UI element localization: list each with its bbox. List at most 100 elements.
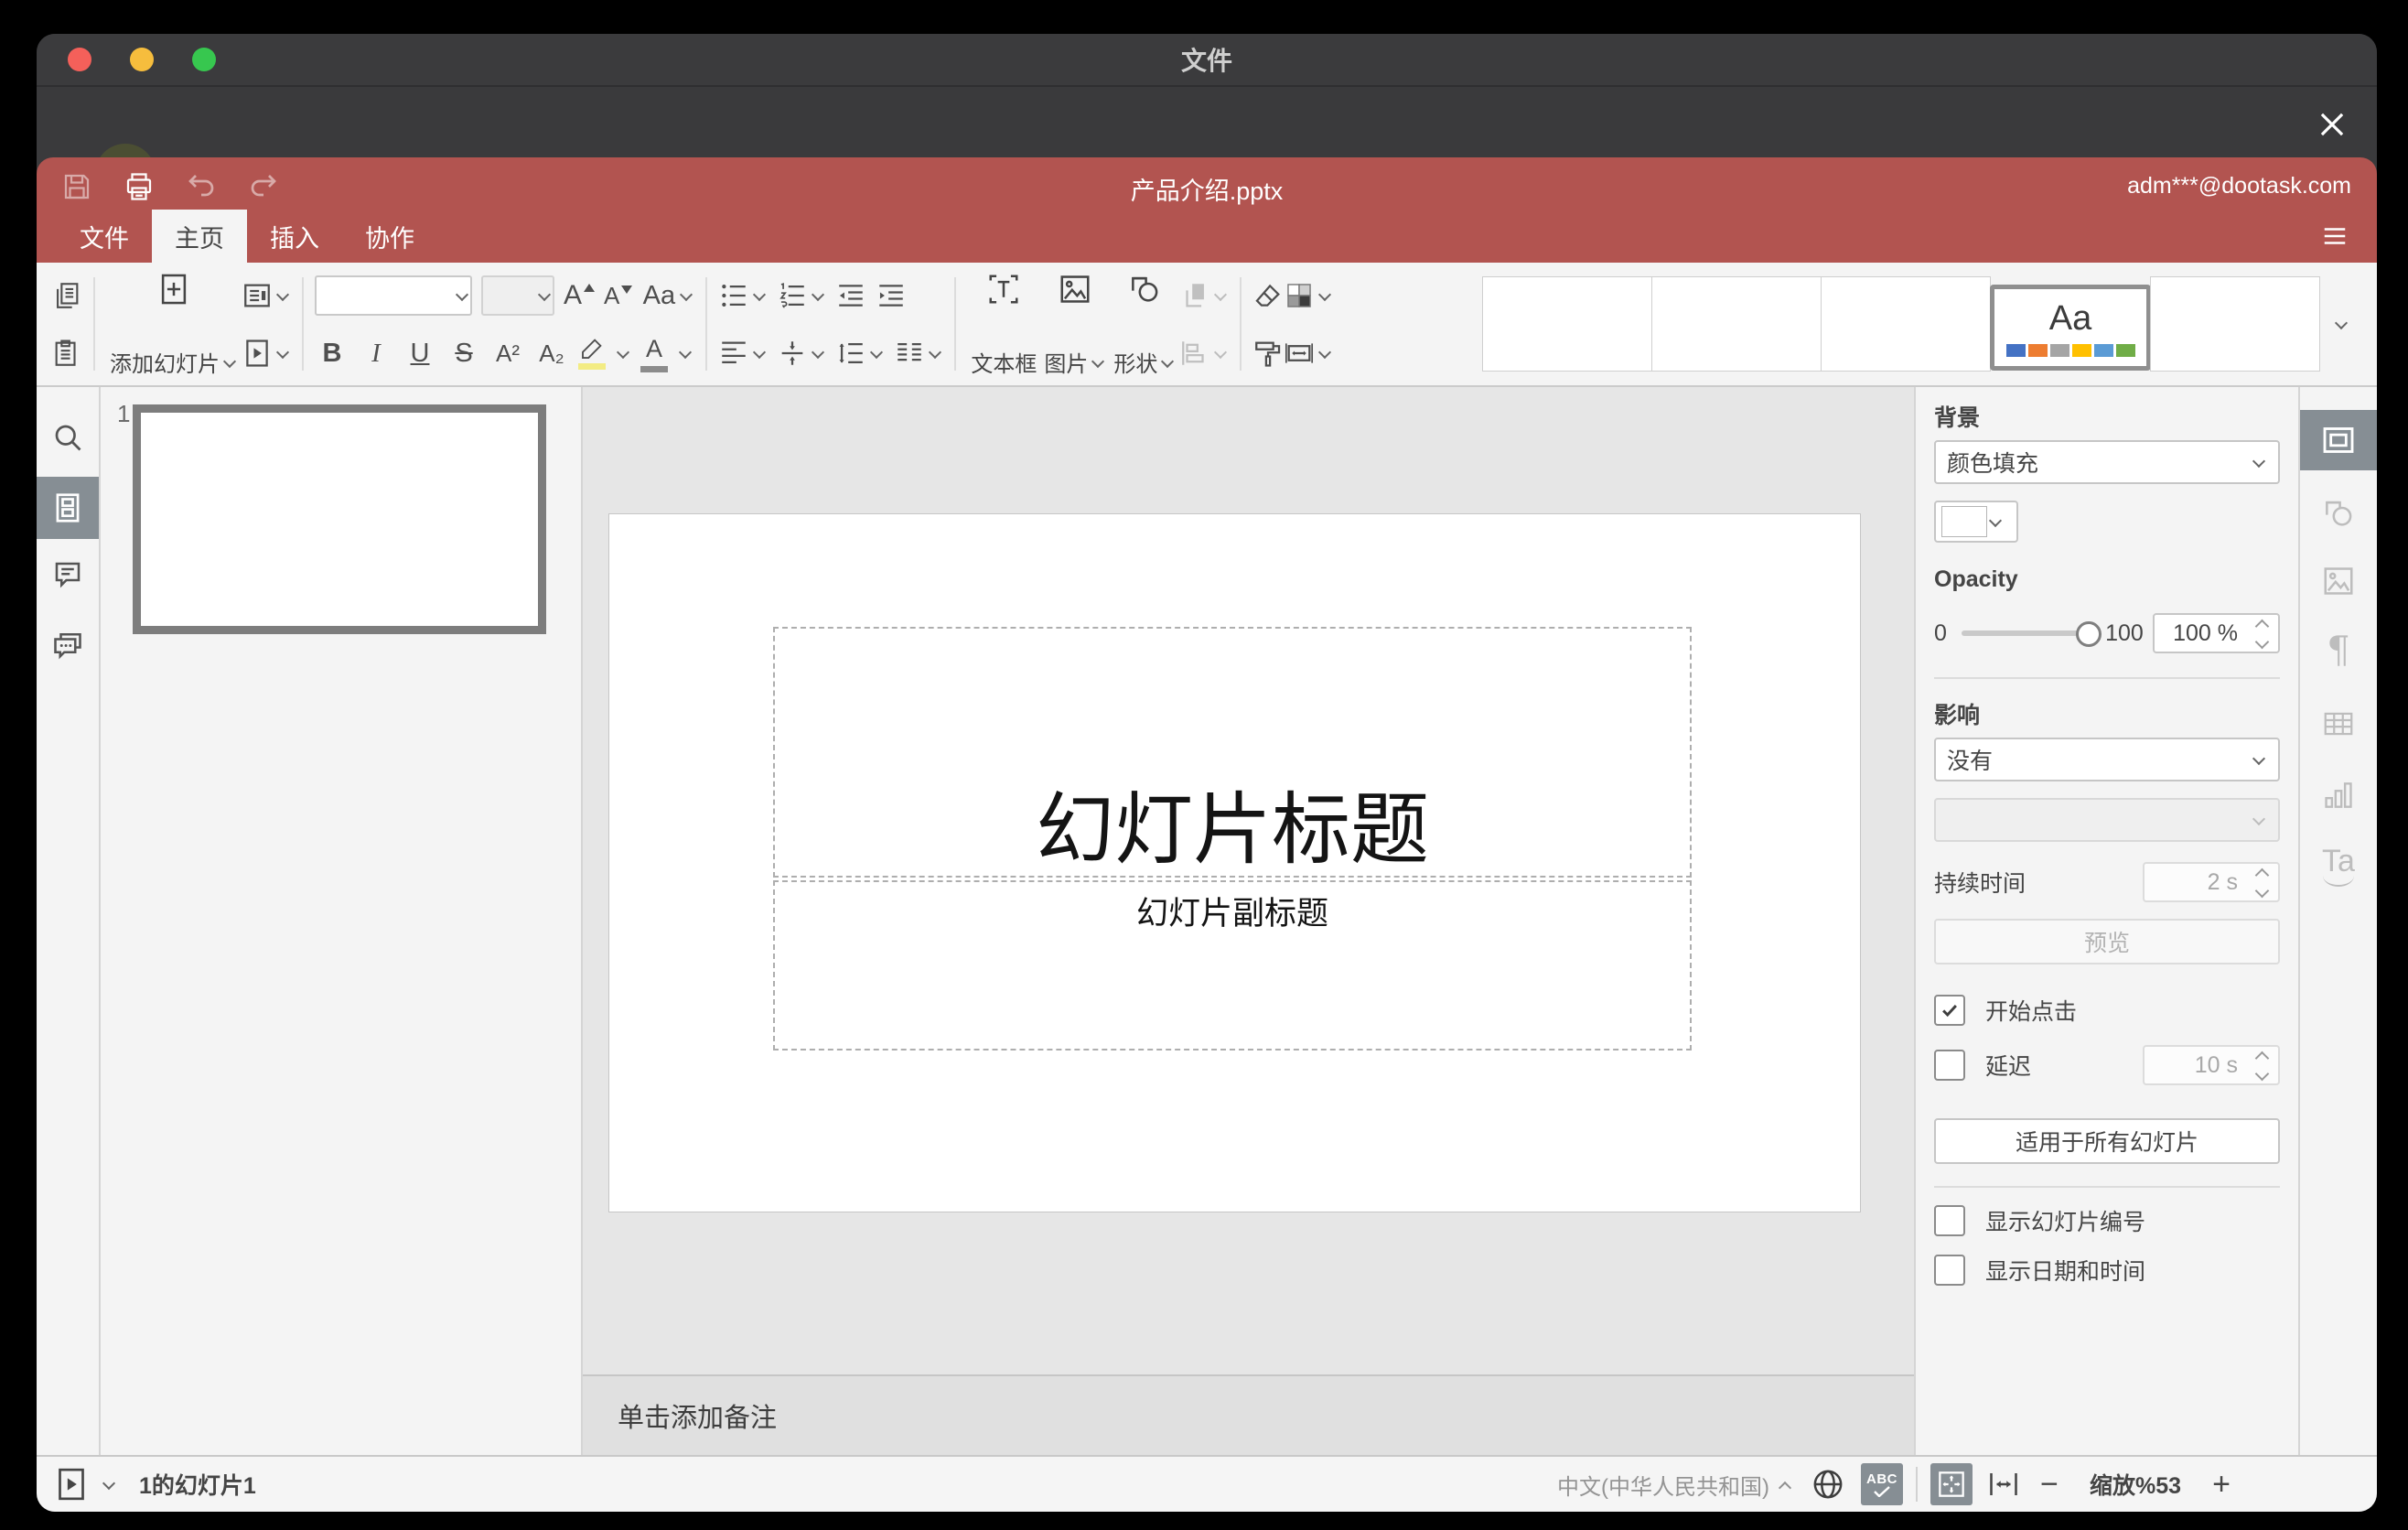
underline-button[interactable]: U (403, 339, 437, 369)
chevron-down-icon[interactable] (810, 345, 826, 361)
effect-select[interactable]: 没有 (1934, 738, 2280, 781)
chevron-down-icon[interactable] (221, 354, 238, 371)
theme-thumbnail-selected[interactable]: Aa (1990, 285, 2151, 371)
chevron-down-icon[interactable] (274, 287, 291, 304)
vertical-align-button[interactable] (777, 338, 826, 369)
tab-home[interactable]: 主页 (152, 210, 247, 263)
slide-size-button[interactable] (1284, 338, 1333, 369)
fit-to-slide-button[interactable] (1930, 1463, 1973, 1505)
tab-file[interactable]: 文件 (57, 210, 152, 263)
theme-thumbnail[interactable] (1482, 276, 1652, 372)
clear-style-icon[interactable] (1252, 280, 1284, 311)
chevron-down-icon[interactable] (1317, 287, 1333, 304)
language-selector[interactable]: 中文(中华人民共和国) (1557, 1469, 1793, 1501)
slide-canvas[interactable]: 幻灯片标题 幻灯片副标题 (609, 514, 1860, 1212)
show-slide-number-checkbox[interactable] (1934, 1205, 1965, 1236)
bullets-button[interactable] (718, 280, 768, 311)
search-button[interactable] (37, 415, 99, 460)
slide-thumbnail-selected[interactable] (133, 404, 546, 634)
horizontal-align-button[interactable] (718, 338, 768, 369)
font-color-button[interactable]: A (640, 335, 668, 372)
chat-button[interactable] (37, 623, 99, 669)
strikethrough-button[interactable]: S (446, 339, 481, 369)
close-traffic-icon[interactable] (68, 48, 91, 71)
numbering-button[interactable] (777, 280, 826, 311)
theme-gallery-expand[interactable] (2320, 277, 2362, 371)
chart-settings-tab[interactable] (2300, 768, 2377, 823)
zoom-out-button[interactable]: − (2033, 1467, 2066, 1503)
chevron-down-icon[interactable] (1090, 354, 1106, 371)
increase-font-button[interactable]: A (564, 280, 596, 311)
insert-shape-button[interactable]: 形状 (1110, 263, 1179, 385)
chevron-down-icon[interactable] (1317, 345, 1333, 361)
slide-settings-tab[interactable] (2300, 410, 2377, 470)
theme-thumbnail[interactable] (1821, 276, 1991, 372)
align-shapes-button[interactable] (1179, 338, 1229, 369)
chevron-down-icon[interactable] (810, 287, 826, 304)
theme-thumbnail[interactable] (2150, 276, 2320, 372)
spin-down-icon[interactable] (2254, 634, 2270, 650)
fill-color-swatch-button[interactable] (1934, 501, 2018, 543)
decrease-font-button[interactable]: A (604, 282, 633, 310)
arrange-button[interactable] (1179, 280, 1229, 311)
chevron-down-icon[interactable] (751, 345, 768, 361)
spellcheck-button[interactable]: ABC (1860, 1463, 1903, 1505)
subscript-button[interactable]: A₂ (534, 339, 569, 368)
notes-area[interactable]: 单击添加备注 (583, 1374, 1914, 1455)
highlight-color-button[interactable] (578, 337, 606, 371)
title-placeholder[interactable]: 幻灯片标题 (773, 627, 1692, 878)
fit-to-width-icon[interactable] (1987, 1468, 2020, 1501)
chevron-down-icon[interactable] (1212, 345, 1229, 361)
chevron-down-icon[interactable] (101, 1476, 117, 1492)
superscript-button[interactable]: A² (490, 339, 525, 368)
copy-icon[interactable] (51, 280, 82, 311)
paragraph-settings-tab[interactable]: ¶ (2300, 623, 2377, 678)
change-case-button[interactable]: Aa (641, 281, 694, 311)
shape-settings-tab[interactable] (2300, 486, 2377, 541)
opacity-slider-handle[interactable] (2076, 621, 2102, 647)
chevron-down-icon[interactable] (454, 287, 470, 304)
show-date-time-checkbox[interactable] (1934, 1255, 1965, 1286)
document-language-icon[interactable] (1810, 1466, 1846, 1503)
columns-button[interactable] (894, 338, 943, 369)
line-spacing-button[interactable] (835, 338, 885, 369)
start-slideshow-button[interactable] (242, 338, 291, 369)
chevron-down-icon[interactable] (868, 345, 885, 361)
spin-up-icon[interactable] (2254, 619, 2270, 634)
chevron-down-icon[interactable] (678, 287, 694, 304)
color-scheme-button[interactable] (1284, 280, 1333, 311)
maximize-traffic-icon[interactable] (192, 48, 216, 71)
image-settings-tab[interactable] (2300, 554, 2377, 609)
delay-checkbox[interactable] (1934, 1050, 1965, 1081)
chevron-down-icon[interactable] (1159, 354, 1176, 371)
minimize-traffic-icon[interactable] (130, 48, 154, 71)
decrease-indent-icon[interactable] (835, 280, 866, 311)
increase-indent-icon[interactable] (876, 280, 907, 311)
zoom-in-button[interactable]: + (2205, 1467, 2238, 1503)
slides-panel-button[interactable] (37, 477, 99, 539)
zoom-level[interactable]: 缩放%53 (2090, 1468, 2181, 1501)
bold-button[interactable]: B (315, 339, 349, 369)
chevron-down-icon[interactable] (751, 287, 768, 304)
background-fill-select[interactable]: 颜色填充 (1934, 440, 2280, 484)
opacity-slider[interactable] (1961, 621, 2102, 647)
text-box-button[interactable]: 文本框 (967, 263, 1040, 385)
copy-style-icon[interactable] (1252, 338, 1284, 369)
chevron-down-icon[interactable] (274, 345, 291, 361)
comments-button[interactable] (37, 552, 99, 598)
add-slide-button[interactable]: 添加幻灯片 (106, 263, 242, 385)
apply-to-all-slides-button[interactable]: 适用于所有幻灯片 (1934, 1118, 2280, 1164)
tab-insert[interactable]: 插入 (247, 210, 342, 263)
tab-collaboration[interactable]: 协作 (342, 210, 437, 263)
subtitle-placeholder[interactable]: 幻灯片副标题 (773, 880, 1692, 1051)
table-settings-tab[interactable] (2300, 696, 2377, 751)
chevron-down-icon[interactable] (615, 345, 631, 361)
insert-image-button[interactable]: 图片 (1040, 263, 1110, 385)
close-icon[interactable] (2315, 107, 2349, 142)
chevron-down-icon[interactable] (927, 345, 943, 361)
font-size-combo[interactable] (481, 275, 554, 317)
paste-icon[interactable] (51, 338, 82, 369)
chevron-down-icon[interactable] (677, 345, 693, 361)
theme-thumbnail[interactable] (1651, 276, 1822, 372)
text-art-settings-tab[interactable]: Ta (2300, 837, 2377, 892)
